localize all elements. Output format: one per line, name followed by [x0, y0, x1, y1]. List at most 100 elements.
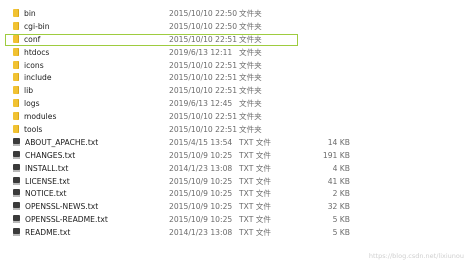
- file-name-cell: ABOUT_APACHE.txt: [13, 137, 98, 150]
- file-row-htdocs[interactable]: htdocs 2019/6/13 12:11 文件夹: [0, 47, 474, 60]
- file-type: TXT 文件: [239, 150, 271, 160]
- file-name: cgi-bin: [24, 21, 50, 31]
- file-row-license[interactable]: LICENSE.txt 2015/10/9 10:25 TXT 文件 41 KB: [0, 176, 474, 189]
- file-row-install[interactable]: INSTALL.txt 2014/1/23 13:08 TXT 文件 4 KB: [0, 163, 474, 176]
- folder-icon: [13, 86, 19, 95]
- file-name: NOTICE.txt: [25, 189, 67, 199]
- file-type: 文件夹: [239, 47, 262, 57]
- text-file-icon: [13, 150, 20, 159]
- file-date: 2015/10/10 22:50: [169, 9, 238, 18]
- text-file-icon: [13, 215, 20, 224]
- file-type: 文件夹: [239, 86, 262, 96]
- file-name: include: [24, 73, 52, 83]
- file-row-include[interactable]: include 2015/10/10 22:51 文件夹: [0, 72, 474, 85]
- file-name: OPENSSL-README.txt: [25, 215, 108, 225]
- file-type: 文件夹: [239, 99, 262, 109]
- file-type: TXT 文件: [239, 189, 271, 199]
- file-name-cell: conf: [13, 34, 40, 47]
- file-name-cell: cgi-bin: [13, 21, 50, 34]
- file-type: 文件夹: [239, 9, 262, 18]
- file-name: LICENSE.txt: [25, 176, 70, 186]
- file-row-modules[interactable]: modules 2015/10/10 22:51 文件夹: [0, 111, 474, 124]
- file-row-icons[interactable]: icons 2015/10/10 22:51 文件夹: [0, 60, 474, 73]
- file-name: README.txt: [25, 228, 71, 238]
- file-row-openssl-news[interactable]: OPENSSL-NEWS.txt 2015/10/9 10:25 TXT 文件 …: [0, 201, 474, 214]
- text-file-icon: [13, 163, 20, 172]
- file-row-tools[interactable]: tools 2015/10/10 22:51 文件夹: [0, 124, 474, 137]
- file-list: bin 2015/10/10 22:50 文件夹 cgi-bin 2015/10…: [0, 8, 474, 240]
- file-date: 2015/10/9 10:25: [169, 202, 233, 212]
- file-name-cell: LICENSE.txt: [13, 176, 70, 189]
- file-date: 2014/1/23 13:08: [169, 228, 233, 238]
- file-date: 2015/4/15 13:54: [169, 137, 233, 147]
- file-type: 文件夹: [239, 21, 262, 31]
- file-date: 2015/10/10 22:51: [169, 125, 238, 135]
- file-type: TXT 文件: [239, 137, 271, 147]
- file-name: conf: [24, 34, 41, 44]
- file-name: ABOUT_APACHE.txt: [25, 137, 99, 147]
- file-name: icons: [24, 60, 44, 70]
- text-file-icon: [13, 176, 20, 185]
- text-file-icon: [13, 228, 20, 237]
- file-date: 2015/10/9 10:25: [169, 189, 233, 199]
- file-row-conf[interactable]: conf 2015/10/10 22:51 文件夹: [0, 33, 474, 47]
- file-row-about-apache[interactable]: ABOUT_APACHE.txt 2015/4/15 13:54 TXT 文件 …: [0, 137, 474, 150]
- file-type: 文件夹: [239, 60, 262, 70]
- file-name: tools: [24, 125, 43, 135]
- file-name-cell: README.txt: [13, 227, 70, 240]
- folder-icon: [13, 125, 19, 134]
- file-row-bin[interactable]: bin 2015/10/10 22:50 文件夹: [0, 8, 474, 21]
- file-size: 5 KB: [332, 228, 350, 238]
- file-name: logs: [24, 99, 40, 109]
- file-row-openssl-readme[interactable]: OPENSSL-README.txt 2015/10/9 10:25 TXT 文…: [0, 214, 474, 227]
- file-type: TXT 文件: [239, 228, 271, 238]
- file-date: 2015/10/9 10:25: [169, 150, 233, 160]
- file-date: 2015/10/10 22:51: [169, 60, 238, 70]
- folder-icon: [13, 73, 19, 82]
- file-date: 2019/6/13 12:45: [169, 99, 233, 109]
- file-date: 2015/10/10 22:51: [169, 73, 238, 83]
- file-date: 2015/10/10 22:51: [169, 34, 238, 44]
- file-name: CHANGES.txt: [25, 150, 76, 160]
- file-name: OPENSSL-NEWS.txt: [25, 202, 99, 212]
- file-row-notice[interactable]: NOTICE.txt 2015/10/9 10:25 TXT 文件 2 KB: [0, 188, 474, 201]
- file-date: 2015/10/9 10:25: [169, 176, 233, 186]
- file-row-cgi-bin[interactable]: cgi-bin 2015/10/10 22:50 文件夹: [0, 21, 474, 34]
- file-name-cell: logs: [13, 98, 40, 111]
- folder-icon: [13, 9, 19, 17]
- file-row-readme[interactable]: README.txt 2014/1/23 13:08 TXT 文件 5 KB: [0, 227, 474, 240]
- file-name-cell: NOTICE.txt: [13, 188, 67, 201]
- text-file-icon: [13, 202, 20, 211]
- folder-icon: [13, 99, 19, 108]
- file-size: 191 KB: [322, 150, 350, 160]
- text-file-icon: [13, 137, 20, 146]
- file-size: 41 KB: [327, 176, 350, 186]
- folder-icon: [13, 112, 19, 121]
- file-name-cell: icons: [13, 60, 44, 73]
- file-name-cell: include: [13, 72, 52, 85]
- file-date: 2015/10/10 22:51: [169, 86, 238, 96]
- file-name-cell: bin: [13, 8, 36, 21]
- folder-icon: [13, 34, 19, 43]
- file-name: INSTALL.txt: [25, 163, 69, 173]
- file-date: 2015/10/10 22:50: [169, 21, 238, 31]
- file-date: 2014/1/23 13:08: [169, 163, 233, 173]
- file-size: 32 KB: [327, 202, 350, 212]
- file-date: 2019/6/13 12:11: [169, 47, 233, 57]
- file-type: 文件夹: [239, 73, 262, 83]
- folder-icon: [13, 47, 19, 56]
- file-row-changes[interactable]: CHANGES.txt 2015/10/9 10:25 TXT 文件 191 K…: [0, 150, 474, 163]
- file-name-cell: lib: [13, 85, 33, 98]
- file-name-cell: OPENSSL-NEWS.txt: [13, 201, 98, 214]
- file-name: htdocs: [24, 47, 50, 57]
- watermark: https://blog.csdn.net/lixiunou: [368, 252, 464, 260]
- file-type: 文件夹: [239, 125, 262, 135]
- file-row-logs[interactable]: logs 2019/6/13 12:45 文件夹: [0, 98, 474, 111]
- file-name: lib: [24, 86, 34, 96]
- file-size: 14 KB: [327, 137, 350, 147]
- file-date: 2015/10/9 10:25: [169, 215, 233, 225]
- file-name-cell: tools: [13, 124, 42, 137]
- file-name-cell: CHANGES.txt: [13, 150, 75, 163]
- file-row-lib[interactable]: lib 2015/10/10 22:51 文件夹: [0, 85, 474, 98]
- file-date: 2015/10/10 22:51: [169, 112, 238, 122]
